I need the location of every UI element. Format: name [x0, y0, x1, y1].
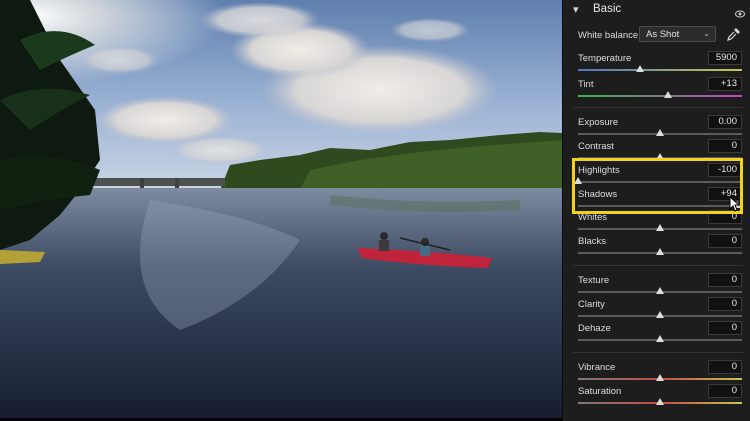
- tint-row: Tint +13: [563, 77, 750, 103]
- dehaze-value-field[interactable]: 0: [708, 321, 742, 335]
- saturation-value-field[interactable]: 0: [708, 384, 742, 398]
- dehaze-label: Dehaze: [578, 323, 611, 334]
- dehaze-row: Dehaze 0: [563, 321, 750, 347]
- texture-row: Texture 0: [563, 273, 750, 299]
- clarity-row: Clarity 0: [563, 297, 750, 323]
- texture-value-field[interactable]: 0: [708, 273, 742, 287]
- temperature-label: Temperature: [578, 53, 632, 64]
- tint-slider-thumb[interactable]: [664, 91, 673, 98]
- chevron-down-icon[interactable]: ▾: [573, 3, 579, 16]
- contrast-label: Contrast: [578, 141, 614, 152]
- white-balance-value: As Shot: [646, 29, 680, 40]
- exposure-slider-thumb[interactable]: [656, 129, 664, 136]
- exposure-value-field[interactable]: 0.00: [708, 115, 742, 129]
- section-divider: [573, 265, 743, 266]
- clarity-slider-thumb[interactable]: [656, 311, 664, 318]
- temperature-row: Temperature 5900: [563, 51, 750, 77]
- section-divider: [573, 352, 743, 353]
- texture-slider-thumb[interactable]: [656, 287, 664, 294]
- dropdown-arrow-icon: ⌄: [703, 29, 710, 38]
- photo-canvas[interactable]: [0, 0, 562, 418]
- mouse-cursor-icon: [729, 195, 741, 217]
- white-balance-select[interactable]: As Shot ⌄: [639, 26, 716, 42]
- eye-icon[interactable]: [735, 5, 745, 23]
- blacks-slider-thumb[interactable]: [656, 248, 664, 255]
- basic-section-header[interactable]: ▾ Basic: [563, 0, 750, 20]
- whites-row: Whites 0: [563, 210, 750, 236]
- tint-value-field[interactable]: +13: [708, 77, 742, 91]
- tint-label: Tint: [578, 79, 594, 90]
- section-divider: [573, 107, 743, 108]
- whites-slider-thumb[interactable]: [656, 224, 664, 231]
- clarity-value-field[interactable]: 0: [708, 297, 742, 311]
- temperature-value-field[interactable]: 5900: [708, 51, 742, 65]
- exposure-row: Exposure 0.00: [563, 115, 750, 141]
- temperature-slider-thumb[interactable]: [636, 65, 645, 72]
- blacks-label: Blacks: [578, 236, 606, 247]
- texture-label: Texture: [578, 275, 610, 286]
- vibrance-slider-thumb[interactable]: [656, 374, 664, 381]
- temperature-slider-track[interactable]: [578, 69, 742, 71]
- dehaze-slider-thumb[interactable]: [656, 335, 664, 342]
- saturation-slider-thumb[interactable]: [656, 398, 664, 405]
- saturation-row: Saturation 0: [563, 384, 750, 410]
- blacks-row: Blacks 0: [563, 234, 750, 260]
- tint-slider-track[interactable]: [578, 95, 742, 97]
- vibrance-row: Vibrance 0: [563, 360, 750, 386]
- clarity-label: Clarity: [578, 299, 605, 310]
- saturation-label: Saturation: [578, 386, 622, 397]
- blacks-value-field[interactable]: 0: [708, 234, 742, 248]
- section-title: Basic: [593, 3, 622, 15]
- exposure-label: Exposure: [578, 117, 619, 128]
- vibrance-value-field[interactable]: 0: [708, 360, 742, 374]
- vibrance-label: Vibrance: [578, 362, 616, 373]
- photo-image: [0, 0, 562, 418]
- eyedropper-icon[interactable]: [727, 27, 741, 46]
- highlight-box: [572, 158, 743, 214]
- contrast-value-field[interactable]: 0: [708, 139, 742, 153]
- white-balance-label: White balance: [578, 30, 639, 41]
